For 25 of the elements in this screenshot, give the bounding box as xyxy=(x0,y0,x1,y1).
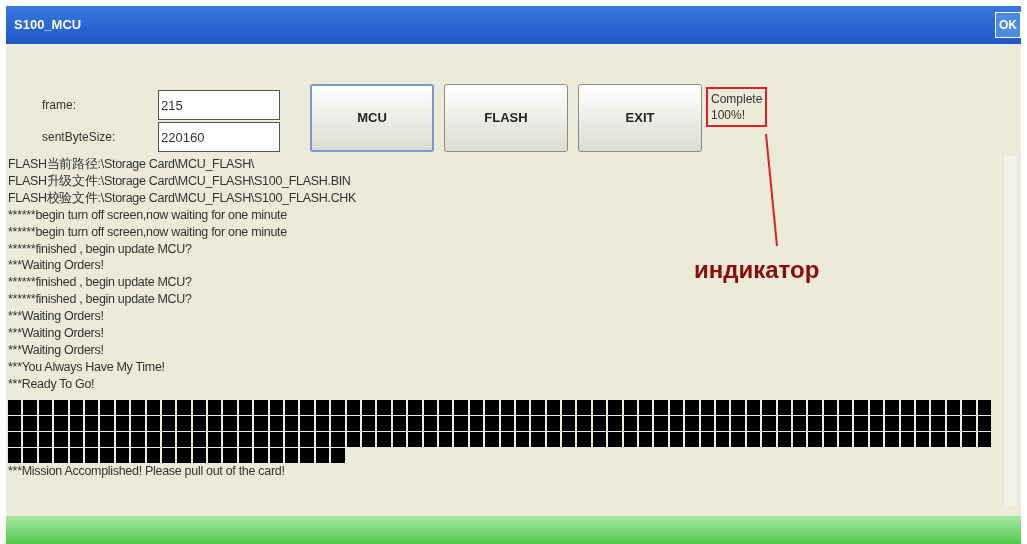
log-line: ***Waiting Orders! xyxy=(8,325,104,342)
field-label: sentByteSize: xyxy=(41,129,117,146)
log-line: ***Waiting Orders! xyxy=(8,257,104,275)
log-line: FLASH升级文件:\Storage Card\MCU_FLASH\S100_FLASH.BIN xyxy=(8,172,351,190)
log-line: ******finished , begin update MCU? xyxy=(8,291,192,309)
action-button[interactable]: EXIT xyxy=(578,84,702,152)
log-line: ***Ready To Go! xyxy=(8,375,95,393)
field-label: frame: xyxy=(41,97,77,114)
log-line: ******begin turn off screen,now waiting for one minute xyxy=(8,223,287,241)
annotation-label: индикатор xyxy=(694,255,820,285)
window-title: S100_MCU xyxy=(14,16,82,35)
log-line: ***Waiting Orders! xyxy=(8,308,104,326)
log-line: ******finished , begin update MCU? xyxy=(8,274,192,292)
action-button[interactable]: FLASH xyxy=(444,84,568,152)
input-field[interactable]: 215 xyxy=(158,90,280,120)
log-line: FLASH当前路径:\Storage Card\MCU_FLASH\ xyxy=(8,156,255,173)
action-button[interactable]: MCU xyxy=(310,84,434,152)
log-line: ***Waiting Orders! xyxy=(8,341,104,359)
log-line: ***You Always Have My Time! xyxy=(8,358,165,376)
log-line: ******begin turn off screen,now waiting for one minute xyxy=(8,206,287,224)
log-line: ***Mission Accomplished! Please pull out of the card! xyxy=(8,462,285,480)
status-indicator: Complete 100%! xyxy=(706,87,768,127)
input-field[interactable]: 220160 xyxy=(158,122,280,152)
log-line: FLASH校验文件:\Storage Card\MCU_FLASH\S100_FLASH.CHK xyxy=(8,189,357,207)
log-line: ******finished , begin update MCU? xyxy=(8,240,192,258)
